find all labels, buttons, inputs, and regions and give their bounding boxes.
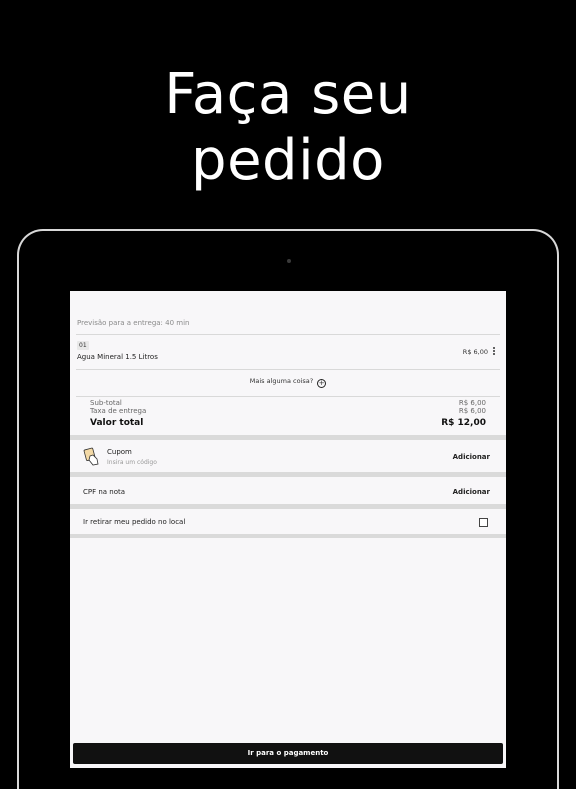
total-value: R$ 12,00 — [441, 418, 486, 428]
pickup-label: Ir retirar meu pedido no local — [83, 518, 186, 526]
add-cpf-button[interactable]: Adicionar — [453, 488, 490, 496]
delivery-estimate: Previsão para a entrega: 40 min — [77, 319, 190, 327]
section-separator — [70, 435, 506, 440]
coupon-title: Cupom — [107, 448, 132, 456]
subtotal-value: R$ 6,00 — [458, 399, 486, 407]
delivery-fee-value: R$ 6,00 — [458, 407, 486, 415]
add-more-label: Mais alguma coisa? — [249, 377, 314, 385]
add-coupon-button[interactable]: Adicionar — [453, 453, 490, 461]
pickup-checkbox[interactable] — [479, 518, 488, 527]
section-separator — [70, 534, 506, 538]
divider — [76, 369, 500, 370]
kebab-menu-icon[interactable] — [493, 347, 496, 356]
go-to-payment-button[interactable]: Ir para o pagamento — [73, 743, 503, 764]
headline-line-1: Faça seu — [164, 62, 412, 127]
total-label: Valor total — [90, 418, 144, 428]
plus-circle-icon: + — [317, 379, 327, 388]
add-more-button[interactable]: Mais alguma coisa? + — [70, 377, 506, 388]
app-screen: Previsão para a entrega: 40 min 01 Agua … — [70, 291, 506, 768]
headline-line-2: pedido — [191, 128, 385, 193]
divider — [76, 396, 500, 397]
item-name: Agua Mineral 1.5 Litros — [77, 353, 158, 361]
section-separator — [70, 504, 506, 509]
coupon-hand-icon — [83, 447, 99, 466]
headline: Faça seu pedido — [0, 62, 576, 194]
subtotal-label: Sub-total — [90, 399, 122, 407]
divider — [76, 334, 500, 335]
item-quantity: 01 — [77, 341, 89, 350]
item-price: R$ 6,00 — [462, 348, 488, 356]
cpf-label: CPF na nota — [83, 488, 126, 496]
delivery-fee-label: Taxa de entrega — [90, 407, 147, 415]
status-bar — [70, 291, 506, 305]
camera-dot — [287, 259, 291, 263]
section-separator — [70, 472, 506, 477]
coupon-subtitle: Insira um código — [107, 459, 157, 466]
bottom-strip — [70, 764, 506, 768]
